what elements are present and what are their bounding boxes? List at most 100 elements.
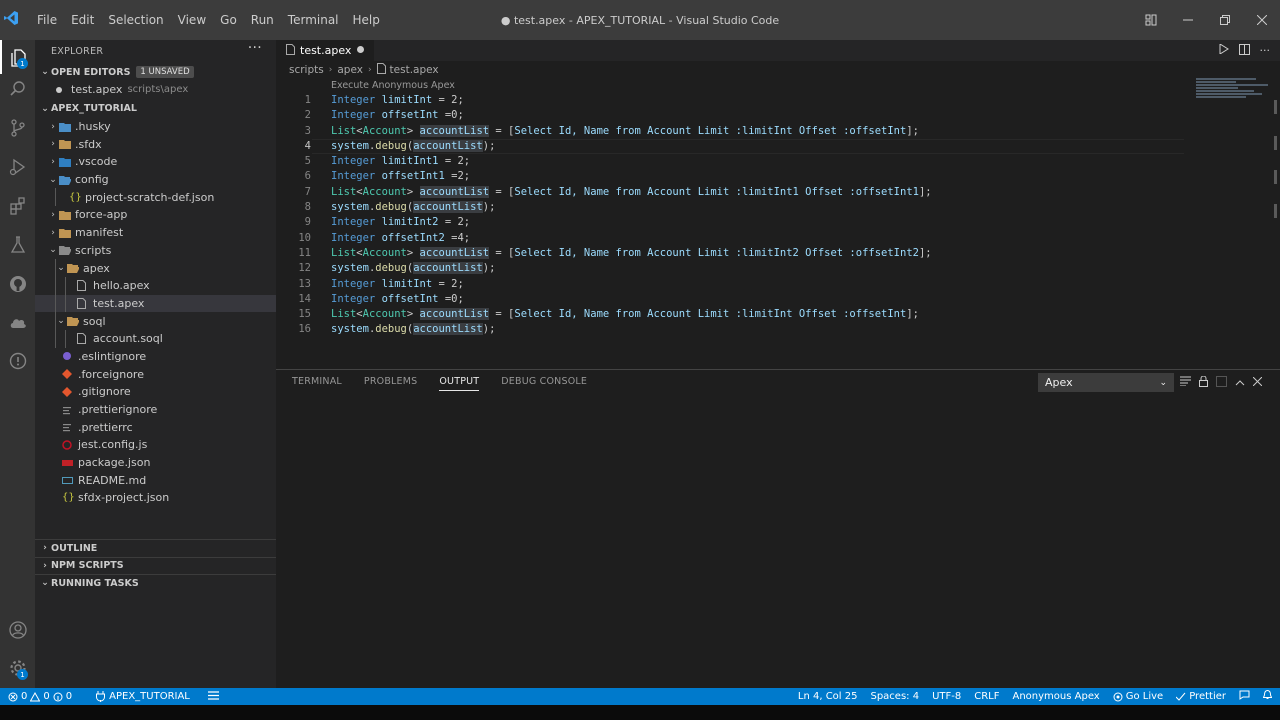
- language-mode[interactable]: Anonymous Apex: [1013, 691, 1100, 702]
- minimap[interactable]: [1196, 78, 1272, 100]
- code-line: 15 List<Account> accountList = [Select Id…: [276, 307, 1280, 322]
- flask-icon: [10, 236, 25, 253]
- search-activity[interactable]: [0, 72, 35, 106]
- clear-output-icon[interactable]: [1180, 376, 1191, 389]
- tree-folder-vscode[interactable]: › .vscode: [35, 153, 276, 171]
- outline-section[interactable]: › OUTLINE: [35, 539, 276, 557]
- prettier-label: Prettier: [1189, 691, 1226, 702]
- unsaved-dot-icon[interactable]: [357, 46, 364, 53]
- breadcrumb-scripts[interactable]: scripts: [289, 64, 324, 76]
- workspace-section[interactable]: ⌄ APEX_TUTORIAL: [35, 100, 276, 118]
- json-file-icon: {}: [62, 492, 75, 504]
- accounts-activity[interactable]: [0, 613, 35, 647]
- code-text: system.debug(accountList);: [331, 139, 496, 152]
- tree-folder-apex[interactable]: ⌄ apex: [35, 259, 276, 277]
- tree-file-package-json[interactable]: package.json: [35, 454, 276, 472]
- tree-file-test-apex[interactable]: test.apex: [35, 294, 276, 313]
- tab-output[interactable]: OUTPUT: [439, 376, 480, 391]
- go-live-button[interactable]: Go Live: [1113, 691, 1163, 702]
- tree-folder-sfdx[interactable]: › .sfdx: [35, 135, 276, 153]
- forceignore-icon: [62, 369, 78, 380]
- salesforce-activity[interactable]: [0, 306, 35, 340]
- run-file-icon[interactable]: [1219, 43, 1229, 57]
- menu-go[interactable]: Go: [213, 13, 244, 27]
- info-activity[interactable]: [0, 344, 35, 378]
- output-channel-select[interactable]: Apex ⌄: [1038, 373, 1174, 392]
- minimize-button[interactable]: [1169, 0, 1206, 40]
- run-debug-activity[interactable]: [0, 150, 35, 184]
- tree-file-account-soql[interactable]: account.soql: [35, 329, 276, 348]
- tree-file-gitignore[interactable]: .gitignore: [35, 383, 276, 401]
- split-editor-icon[interactable]: [1238, 43, 1250, 58]
- feedback-icon[interactable]: [1239, 690, 1250, 703]
- tree-folder-config[interactable]: ⌄ config: [35, 171, 276, 189]
- indentation[interactable]: Spaces: 4: [870, 691, 919, 702]
- line-number: 9: [304, 216, 311, 229]
- chevron-down-icon: ⌄: [41, 67, 49, 77]
- tree-file-eslintignore[interactable]: .eslintignore: [35, 348, 276, 366]
- code-editor[interactable]: 1 Integer limitInt = 2; 2 Integer offsetIn…: [276, 93, 1280, 338]
- restore-button[interactable]: [1206, 0, 1243, 40]
- code-text: Integer offsetInt2 =4;: [331, 231, 471, 244]
- tree-file-forceignore[interactable]: .forceignore: [35, 365, 276, 383]
- tab-terminal[interactable]: TERMINAL: [292, 376, 342, 391]
- testing-activity[interactable]: [0, 228, 35, 262]
- more-actions-icon[interactable]: ···: [248, 40, 262, 56]
- tree-file-hello-apex[interactable]: hello.apex: [35, 276, 276, 295]
- prettier-status[interactable]: Prettier: [1176, 691, 1226, 702]
- maximize-panel-icon[interactable]: [1235, 376, 1245, 389]
- manage-activity[interactable]: 1: [0, 651, 35, 685]
- tree-folder-force-app[interactable]: › force-app: [35, 206, 276, 224]
- encoding[interactable]: UTF-8: [932, 691, 961, 702]
- breadcrumb-apex[interactable]: apex: [337, 64, 363, 76]
- tree-file-prettierrc[interactable]: .prettierrc: [35, 418, 276, 436]
- menu-view[interactable]: View: [171, 13, 213, 27]
- cursor-position[interactable]: Ln 4, Col 25: [798, 691, 858, 702]
- extensions-activity[interactable]: [0, 189, 35, 223]
- layout-icon[interactable]: [1132, 0, 1169, 40]
- tree-file-sfdx-project[interactable]: {} sfdx-project.json: [35, 489, 276, 507]
- open-editors-section[interactable]: ⌄ OPEN EDITORS 1 UNSAVED: [35, 63, 276, 81]
- folder-icon: [59, 139, 75, 150]
- problems-status[interactable]: 0 0 0: [8, 691, 72, 702]
- source-control-activity[interactable]: [0, 111, 35, 145]
- open-editor-item[interactable]: test.apex scripts\apex: [35, 81, 276, 99]
- open-log-icon[interactable]: [1216, 375, 1227, 390]
- tasks-list-icon[interactable]: [207, 690, 219, 703]
- editor-tab-test-apex[interactable]: test.apex: [276, 40, 374, 61]
- close-panel-icon[interactable]: [1252, 376, 1263, 389]
- editor-scrollbar[interactable]: [1273, 100, 1279, 235]
- line-ending[interactable]: CRLF: [974, 691, 999, 702]
- close-window-button[interactable]: [1243, 0, 1280, 40]
- tree-file-jest-config[interactable]: jest.config.js: [35, 436, 276, 454]
- explorer-activity[interactable]: 1: [0, 40, 35, 74]
- breadcrumb: scripts › apex › test.apex: [289, 62, 439, 78]
- menu-edit[interactable]: Edit: [64, 13, 101, 27]
- bell-icon[interactable]: [1262, 689, 1273, 703]
- org-status[interactable]: APEX_TUTORIAL: [96, 691, 190, 702]
- menu-file[interactable]: File: [30, 13, 64, 27]
- tree-file-prettierignore[interactable]: .prettierignore: [35, 401, 276, 419]
- breadcrumb-test-apex[interactable]: test.apex: [390, 64, 439, 76]
- tab-debug-console[interactable]: DEBUG CONSOLE: [501, 376, 587, 391]
- running-tasks-section[interactable]: ⌄ RUNNING TASKS: [35, 574, 276, 592]
- menu-selection[interactable]: Selection: [101, 13, 170, 27]
- menu-run[interactable]: Run: [244, 13, 281, 27]
- tab-problems[interactable]: PROBLEMS: [364, 376, 417, 391]
- chevron-right-icon: ›: [51, 227, 55, 238]
- account-icon: [8, 621, 27, 639]
- npm-scripts-section[interactable]: › NPM SCRIPTS: [35, 556, 276, 575]
- execute-anonymous-codelens[interactable]: Execute Anonymous Apex: [331, 80, 455, 91]
- lock-icon[interactable]: [1199, 375, 1208, 390]
- tree-folder-husky[interactable]: › .husky: [35, 118, 276, 136]
- tree-file-project-scratch-def[interactable]: {} project-scratch-def.json: [35, 188, 276, 207]
- github-activity[interactable]: [0, 267, 35, 301]
- menu-help[interactable]: Help: [346, 13, 387, 27]
- code-text: Integer limitInt = 2;: [331, 277, 464, 290]
- tree-file-readme[interactable]: README.md: [35, 471, 276, 489]
- menu-terminal[interactable]: Terminal: [281, 13, 346, 27]
- more-actions-icon[interactable]: ···: [1260, 44, 1271, 57]
- tree-folder-soql[interactable]: ⌄ soql: [35, 312, 276, 330]
- tree-folder-manifest[interactable]: › manifest: [35, 224, 276, 242]
- tree-folder-scripts[interactable]: ⌄ scripts: [35, 242, 276, 260]
